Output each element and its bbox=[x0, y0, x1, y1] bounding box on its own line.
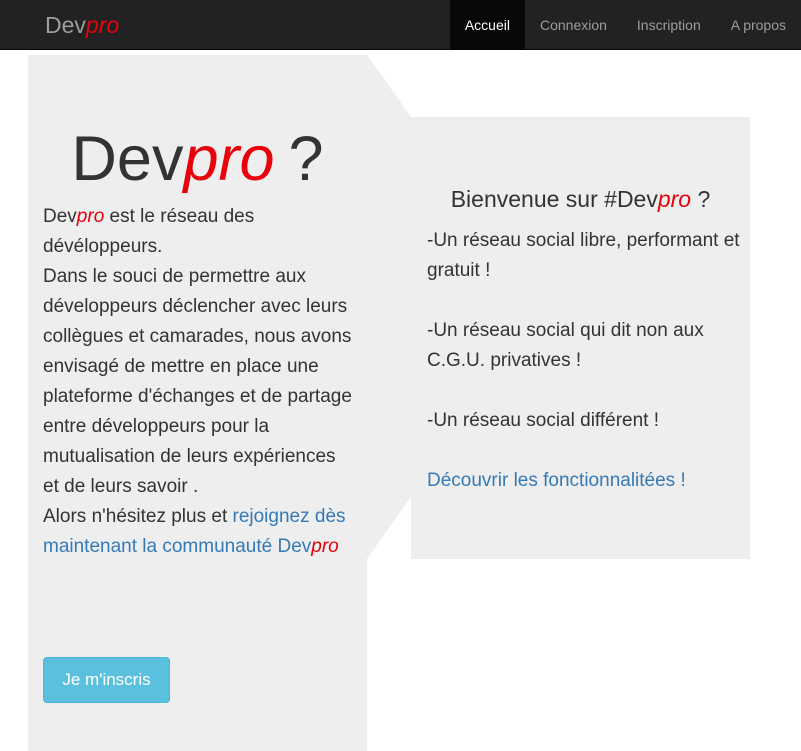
welcome-prefix: Bienvenue sur #Dev bbox=[450, 186, 658, 212]
nav-item-connexion[interactable]: Connexion bbox=[525, 0, 622, 50]
brand-dev: Dev bbox=[45, 12, 86, 38]
intro-text: Devpro est le réseau des dévéloppeurs. D… bbox=[43, 202, 355, 562]
hero-title-dev: Dev bbox=[71, 124, 184, 194]
feature-item-free: -Un réseau social libre, performant et g… bbox=[427, 230, 740, 281]
brand-pro: pro bbox=[85, 12, 120, 38]
intro-pro: pro bbox=[76, 206, 105, 227]
brand-logo[interactable]: Devpro bbox=[45, 11, 119, 39]
feature-item-different: -Un réseau social différent ! bbox=[427, 410, 659, 431]
feature-item-cgu: -Un réseau social qui dit non aux C.G.U.… bbox=[427, 320, 704, 371]
hero-title-pro: pro bbox=[183, 124, 275, 194]
navbar: Devpro Accueil Connexion Inscription A p… bbox=[0, 0, 801, 50]
hero-title-question: ? bbox=[288, 124, 324, 194]
welcome-pro: pro bbox=[657, 186, 692, 212]
discover-features-link[interactable]: Découvrir les fonctionnalitées ! bbox=[427, 466, 742, 496]
nav-item-accueil[interactable]: Accueil bbox=[449, 0, 525, 50]
features-list: -Un réseau social libre, performant et g… bbox=[427, 226, 742, 496]
welcome-title: Bienvenue sur #Devpro ? bbox=[411, 183, 750, 215]
nav-menu: Accueil Connexion Inscription A propos bbox=[449, 0, 801, 50]
hero-title: Devpro? bbox=[28, 123, 367, 195]
join-link-pro: pro bbox=[311, 536, 339, 557]
signup-button[interactable]: Je m'inscris bbox=[43, 657, 170, 703]
intro-dev: Dev bbox=[43, 206, 77, 227]
intro-text-3: Alors n'hésitez plus et bbox=[43, 506, 233, 527]
nav-item-inscription[interactable]: Inscription bbox=[622, 0, 716, 50]
intro-text-2: Dans le souci de permettre aux développe… bbox=[43, 266, 352, 497]
nav-item-a-propos[interactable]: A propos bbox=[716, 0, 801, 50]
welcome-suffix: ? bbox=[691, 186, 711, 212]
panel-connector bbox=[367, 55, 411, 559]
